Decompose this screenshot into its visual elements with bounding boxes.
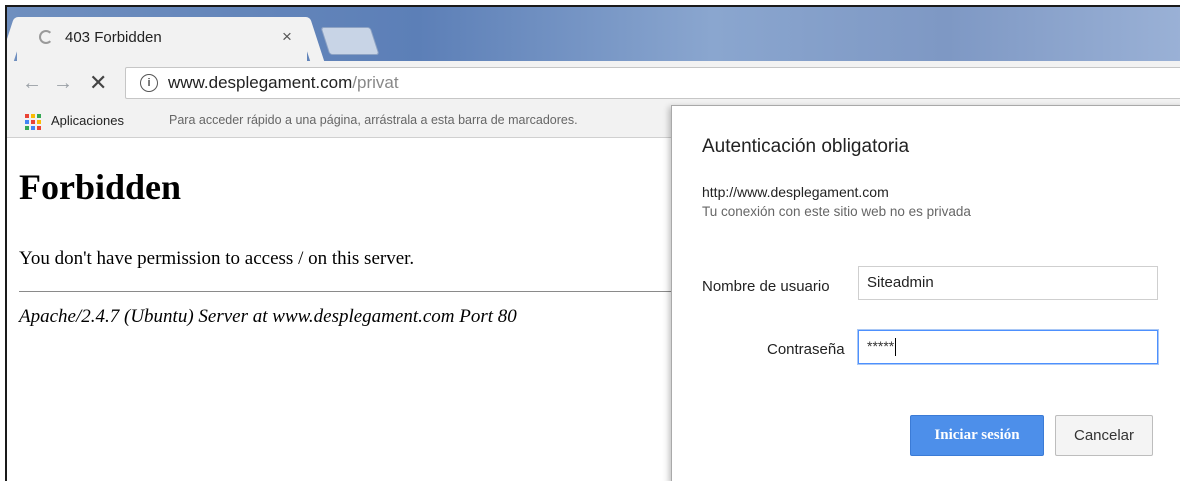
site-info-icon[interactable]: i — [140, 74, 158, 92]
new-tab-button[interactable] — [320, 27, 380, 55]
close-tab-icon[interactable]: × — [282, 27, 292, 47]
password-input[interactable]: ***** — [858, 330, 1158, 364]
dialog-host: http://www.desplegament.com — [702, 184, 889, 200]
password-masked-value: ***** — [867, 338, 895, 354]
login-button[interactable]: Iniciar sesión — [910, 415, 1044, 456]
text-caret — [895, 338, 897, 357]
password-label: Contraseña — [767, 341, 845, 358]
address-bar[interactable]: i www.desplegament.com/privat — [125, 67, 1180, 99]
privacy-warning: Tu conexión con este sitio web no es pri… — [702, 204, 971, 219]
tab-title: 403 Forbidden — [65, 29, 162, 46]
dialog-title: Autenticación obligatoria — [702, 136, 910, 157]
url-host: www.desplegament.com — [168, 73, 353, 92]
username-input[interactable]: Siteadmin — [858, 266, 1158, 300]
loading-spinner-icon — [39, 30, 53, 44]
auth-dialog: Autenticación obligatoria http://www.des… — [671, 105, 1180, 481]
cancel-button[interactable]: Cancelar — [1055, 415, 1153, 456]
toolbar: ← → ✕ i www.desplegament.com/privat — [7, 61, 1180, 105]
server-signature: Apache/2.4.7 (Ubuntu) Server at www.desp… — [19, 306, 517, 327]
url-text: www.desplegament.com/privat — [168, 73, 399, 93]
apps-grid-icon[interactable] — [25, 114, 41, 130]
error-message: You don't have permission to access / on… — [19, 248, 415, 269]
page-title: Forbidden — [19, 167, 182, 207]
browser-window: 403 Forbidden × ← → ✕ i www.desplegament… — [5, 5, 1180, 481]
tab-403-forbidden[interactable]: 403 Forbidden × — [17, 17, 307, 61]
forward-arrow-icon[interactable]: → — [53, 72, 73, 95]
bookmarks-hint: Para acceder rápido a una página, arrást… — [169, 113, 578, 127]
url-path: /privat — [352, 73, 399, 92]
divider — [19, 291, 699, 292]
stop-loading-icon[interactable]: ✕ — [89, 70, 107, 96]
username-label: Nombre de usuario — [702, 278, 830, 295]
apps-shortcut[interactable]: Aplicaciones — [51, 113, 124, 128]
tab-strip: 403 Forbidden × — [7, 7, 1180, 61]
back-arrow-icon[interactable]: ← — [22, 72, 42, 95]
